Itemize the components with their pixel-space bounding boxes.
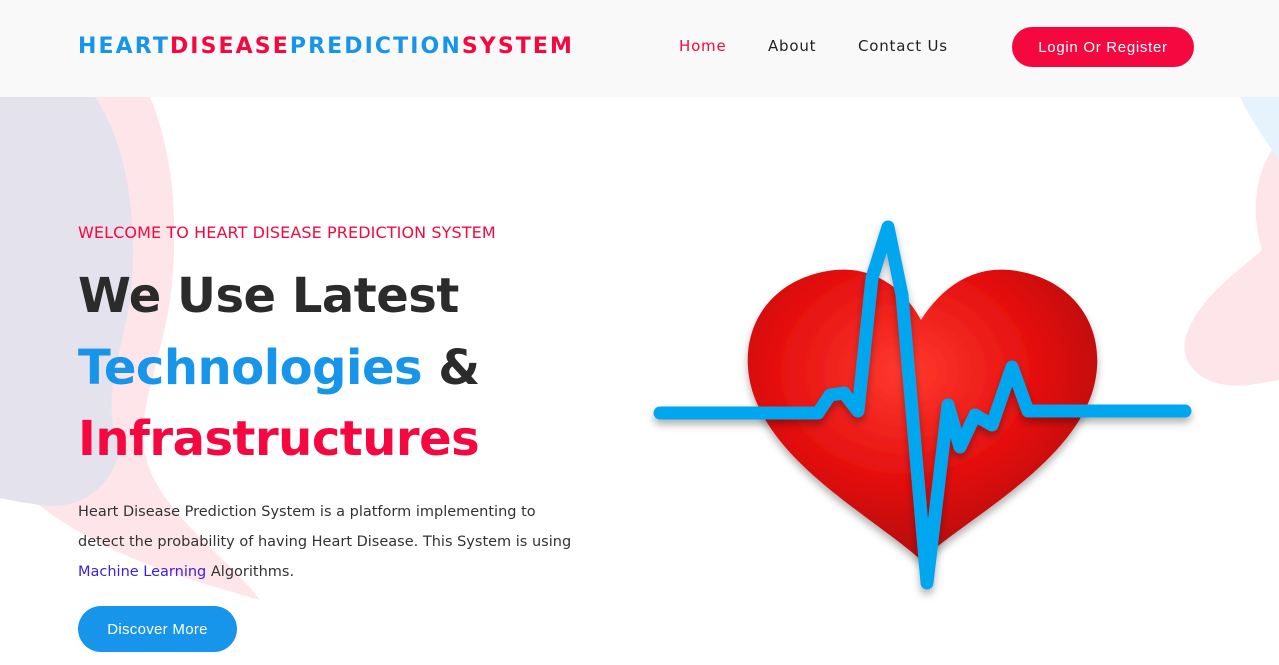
login-register-button[interactable]: Login Or Register (1012, 27, 1194, 67)
hero-heading-line-3: Infrastructures (78, 411, 480, 467)
hero-description: Heart Disease Prediction System is a pla… (78, 497, 583, 587)
heart-pulse-icon (653, 220, 1192, 590)
description-text: Heart Disease Prediction System is a pla… (78, 504, 572, 550)
logo-part-prediction: PREDICTION (289, 34, 462, 59)
landing-page: HEARTDISEASEPREDICTIONSYSTEM Home About … (0, 0, 1279, 665)
heart-pulse-illustration (640, 215, 1200, 605)
site-header: HEARTDISEASEPREDICTIONSYSTEM Home About … (0, 0, 1279, 97)
nav-contact-link[interactable]: Contact Us (858, 36, 948, 56)
logo-part-heart: HEART (78, 34, 170, 59)
hero-heading-technologies: Technologies (78, 340, 423, 396)
logo-part-disease: DISEASE (169, 34, 290, 59)
hero-heading-line-1: We Use Latest (78, 268, 459, 324)
welcome-subtitle: WELCOME TO HEART DISEASE PREDICTION SYST… (78, 223, 496, 242)
site-logo[interactable]: HEARTDISEASEPREDICTIONSYSTEM (78, 33, 574, 61)
nav-home-link[interactable]: Home (679, 36, 727, 56)
nav-about-link[interactable]: About (768, 36, 816, 56)
logo-part-system: SYSTEM (461, 34, 575, 59)
discover-more-button[interactable]: Discover More (78, 606, 237, 652)
description-text-end: Algorithms. (210, 564, 295, 580)
hero-heading-ampersand: & (438, 340, 480, 396)
machine-learning-link[interactable]: Machine Learning (78, 564, 206, 580)
hero-heading-line-2: Technologies & (78, 338, 480, 398)
